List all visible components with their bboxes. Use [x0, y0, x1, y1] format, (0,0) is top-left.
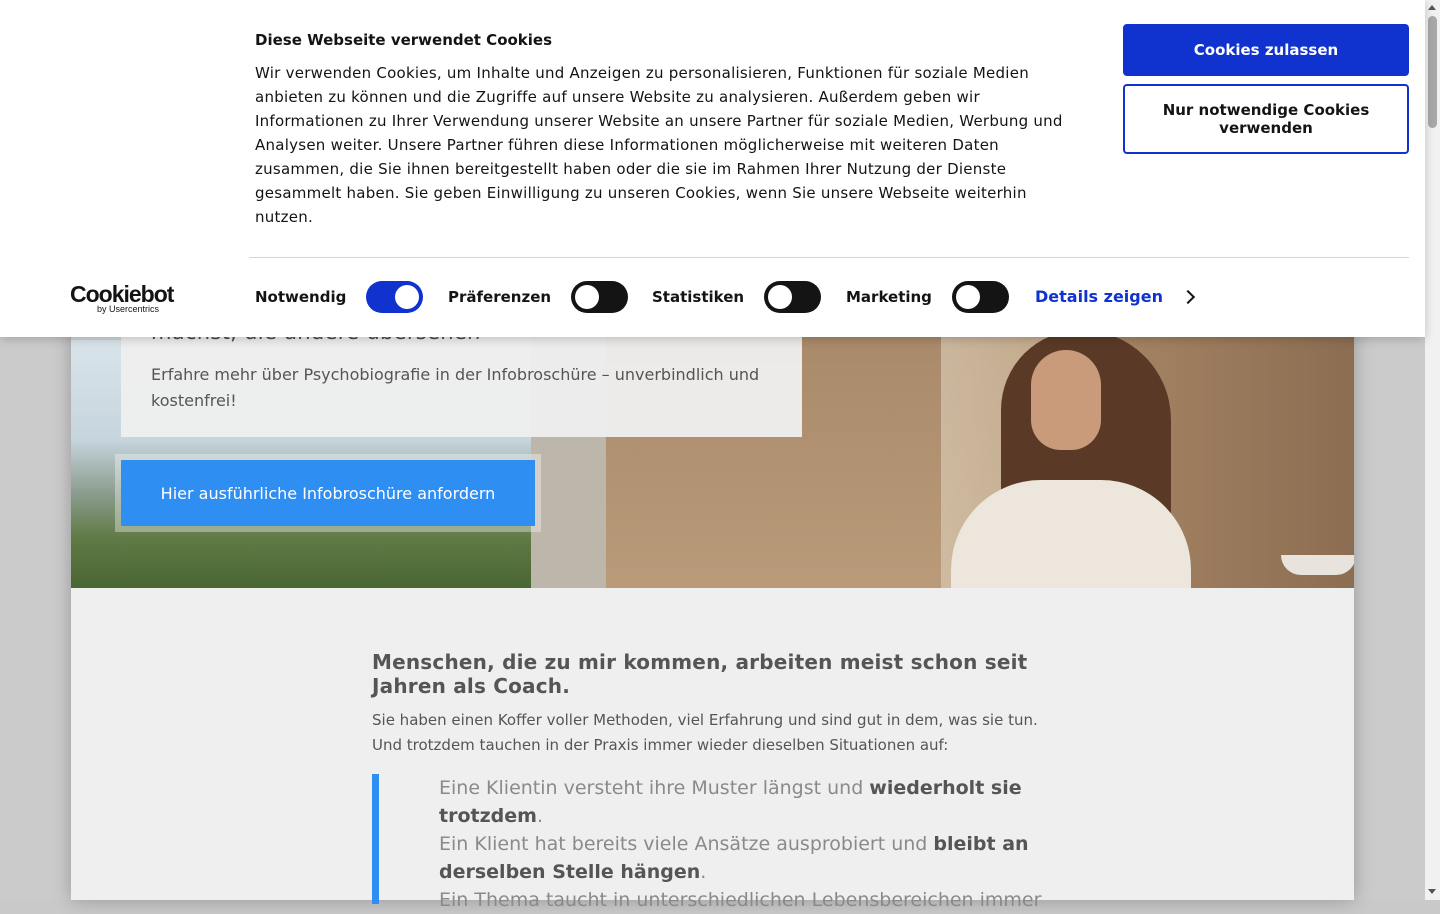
- toggle-label: Marketing: [846, 288, 932, 306]
- chevron-right-icon: [1180, 289, 1196, 304]
- preferences-switch[interactable]: [571, 281, 629, 313]
- scrollbar-thumb[interactable]: [1428, 16, 1437, 128]
- toggle-necessary: Notwendig: [255, 281, 424, 313]
- section-text: Sie haben einen Koffer voller Methoden, …: [372, 711, 1038, 754]
- scroll-down-icon[interactable]: [1428, 889, 1436, 894]
- woman-face: [1031, 350, 1101, 450]
- scroll-up-icon[interactable]: [1428, 5, 1436, 10]
- necessary-switch[interactable]: [366, 281, 424, 313]
- cookie-banner: Diese Webseite verwendet Cookies Wir ver…: [0, 0, 1425, 337]
- bowl: [1281, 555, 1354, 575]
- necessary-cookies-button[interactable]: Nur notwendige Cookies verwenden: [1123, 84, 1409, 154]
- marketing-switch[interactable]: [951, 281, 1009, 313]
- logo-sub-text: by Usercentrics: [97, 304, 160, 314]
- switch-knob: [575, 285, 600, 309]
- hero-subtitle: Erfahre mehr über Psychobiografie in der…: [151, 365, 760, 410]
- switch-knob: [768, 285, 793, 309]
- details-link-label: Details zeigen: [1035, 287, 1163, 306]
- statistics-switch[interactable]: [764, 281, 822, 313]
- cookie-banner-text: Wir verwenden Cookies, um Inhalte und An…: [255, 64, 1063, 226]
- show-details-link[interactable]: Details zeigen: [1035, 287, 1196, 306]
- toggle-label: Präferenzen: [448, 288, 552, 306]
- quote-accent-bar: [372, 774, 379, 904]
- quote-block: Eine Klientin versteht ihre Muster längs…: [439, 774, 1049, 914]
- cookiebot-logo[interactable]: Cookiebot by Usercentrics: [70, 281, 180, 315]
- toggle-marketing: Marketing: [846, 281, 1009, 313]
- toggle-statistics: Statistiken: [652, 281, 822, 313]
- scrollbar[interactable]: [1425, 0, 1440, 900]
- section-title: Menschen, die zu mir kommen, arbeiten me…: [372, 650, 1028, 698]
- request-brochure-button[interactable]: Hier ausführliche Infobroschüre anforder…: [121, 460, 535, 526]
- switch-knob: [395, 285, 420, 309]
- switch-knob: [955, 285, 980, 309]
- toggle-preferences: Präferenzen: [448, 281, 629, 313]
- quote-item: Ein Thema taucht in unterschiedlichen Le…: [439, 889, 1042, 911]
- quote-item: Ein Klient hat bereits viele Ansätze aus…: [439, 833, 1029, 883]
- allow-cookies-button[interactable]: Cookies zulassen: [1123, 24, 1409, 76]
- toggle-label: Statistiken: [652, 288, 745, 306]
- toggle-label: Notwendig: [255, 288, 347, 306]
- cookie-banner-title: Diese Webseite verwendet Cookies: [255, 31, 553, 49]
- quote-item: Eine Klientin versteht ihre Muster längs…: [439, 777, 1022, 827]
- divider: [249, 257, 1409, 258]
